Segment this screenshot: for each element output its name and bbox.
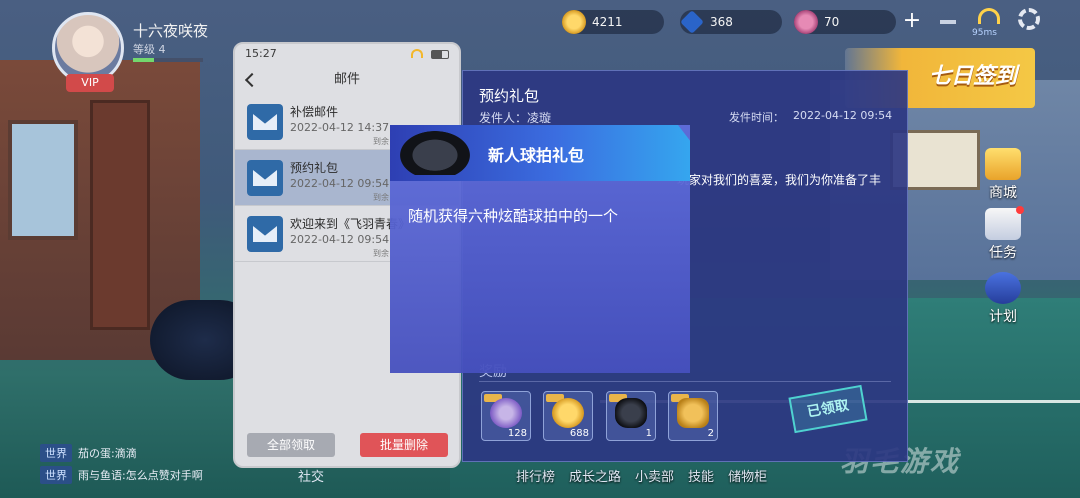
cart-icon — [985, 148, 1021, 180]
vip-badge: VIP — [66, 74, 114, 92]
mail-remain: 到余 — [373, 137, 389, 146]
chat-line[interactable]: 世界 雨与鱼语:怎么点赞对手啊 — [40, 466, 203, 484]
plan-button[interactable]: 计划 — [978, 272, 1028, 326]
mail-sender: 发件人：凌璇 — [479, 111, 552, 125]
left-window — [8, 120, 78, 240]
purple-badge-icon — [490, 398, 522, 428]
mail-date: 2022-04-12 09:54 — [290, 233, 390, 246]
nav-locker[interactable]: 储物柜 — [728, 466, 767, 485]
chat-channel: 世界 — [40, 466, 72, 484]
mail-title: 补偿邮件 — [290, 105, 339, 119]
coin-value: 4211 — [592, 15, 623, 29]
gem-counter[interactable]: 368 — [680, 10, 782, 34]
gear-icon[interactable] — [1018, 8, 1040, 30]
chat-text: 雨与鱼语:怎么点赞对手啊 — [78, 469, 203, 482]
yellow-bag-icon — [677, 398, 709, 428]
shop-label: 商城 — [989, 185, 1017, 201]
mail-title: 预约礼包 — [290, 161, 339, 175]
nav-skills[interactable]: 技能 — [688, 466, 714, 485]
nav-shop[interactable]: 小卖部 — [635, 466, 674, 485]
mail-date: 2022-04-12 14:37 — [290, 121, 390, 134]
seven-day-label: 七日签到 — [928, 64, 1017, 89]
v-shield-icon — [985, 272, 1021, 304]
reward-count: 2 — [707, 428, 714, 439]
divider — [479, 381, 891, 382]
nav-growth[interactable]: 成长之路 — [569, 466, 621, 485]
exp-bar — [133, 58, 203, 62]
task-label: 任务 — [989, 245, 1017, 261]
reward-item[interactable]: 2 — [668, 391, 718, 441]
item-tooltip: 新人球拍礼包 随机获得六种炫酷球拍中的一个 — [390, 125, 690, 373]
racket-bag-icon — [400, 131, 470, 175]
clipboard-icon — [985, 208, 1021, 240]
wifi-icon — [978, 8, 1000, 24]
reward-item[interactable]: 128 — [481, 391, 531, 441]
mail-date: 2022-04-12 09:54 — [290, 177, 390, 190]
ticket-counter[interactable]: 70 — [794, 10, 896, 34]
phone-status-bar: 15:27 — [235, 44, 459, 66]
bottom-nav: 排行榜 成长之路 小卖部 技能 储物柜 — [516, 466, 767, 485]
back-arrow-icon[interactable] — [244, 72, 260, 88]
reward-count: 1 — [645, 428, 652, 439]
player-name: 十六夜咲夜 — [133, 22, 209, 40]
notification-dot — [1016, 206, 1024, 214]
mail-remain: 到余 — [373, 193, 389, 202]
reward-count: 688 — [569, 428, 589, 439]
reward-item[interactable]: 1 — [606, 391, 656, 441]
ping-value: 95ms — [972, 28, 997, 38]
chat-line[interactable]: 世界 茄の蛋:滴滴 — [40, 444, 137, 462]
battery-icon — [431, 50, 449, 59]
task-button[interactable]: 任务 — [978, 206, 1028, 262]
claimed-stamp: 已领取 — [788, 384, 868, 434]
envelope-icon — [247, 160, 283, 196]
add-currency-button[interactable]: + — [900, 10, 924, 34]
social-button[interactable]: 社交 — [298, 466, 324, 485]
wifi-icon — [411, 49, 423, 58]
gem-icon — [680, 10, 704, 34]
claim-all-button[interactable]: 全部领取 — [247, 433, 335, 457]
shop-button[interactable]: 商城 — [978, 148, 1028, 202]
exp-bar-fill — [133, 58, 154, 62]
batch-delete-button[interactable]: 批量删除 — [360, 433, 448, 457]
chat-text: 茄の蛋:滴滴 — [78, 447, 137, 460]
mail-time-label: 发件时间： — [729, 111, 784, 124]
racket-bag-icon — [615, 398, 647, 428]
gem-value: 368 — [710, 15, 733, 29]
ticket-icon — [794, 10, 818, 34]
coin-icon — [562, 10, 586, 34]
tooltip-title: 新人球拍礼包 — [488, 146, 585, 165]
plan-label: 计划 — [989, 309, 1017, 325]
reward-item[interactable]: 688 — [543, 391, 593, 441]
door — [90, 100, 150, 330]
envelope-icon — [247, 104, 283, 140]
nav-leaderboard[interactable]: 排行榜 — [516, 466, 555, 485]
collapse-button[interactable] — [940, 20, 956, 24]
reward-count: 128 — [507, 428, 527, 439]
mail-detail-title: 预约礼包 — [479, 87, 540, 105]
phone-time: 15:27 — [245, 47, 277, 60]
ticket-value: 70 — [824, 15, 840, 29]
mail-header-title: 邮件 — [333, 72, 360, 87]
mail-remain: 到余 — [373, 249, 389, 258]
chat-channel: 世界 — [40, 444, 72, 462]
mail-time: 2022-04-12 09:54 — [793, 109, 893, 122]
mail-header: 邮件 — [235, 66, 459, 94]
mail-body: 玩家对我们的喜爱，我们为你准备了丰 — [677, 173, 882, 187]
player-level: 等级 4 — [133, 43, 166, 56]
tooltip-description: 随机获得六种炫酷球拍中的一个 — [408, 207, 619, 225]
gold-coin-icon — [552, 398, 584, 428]
envelope-icon — [247, 216, 283, 252]
coin-counter[interactable]: 4211 — [562, 10, 664, 34]
